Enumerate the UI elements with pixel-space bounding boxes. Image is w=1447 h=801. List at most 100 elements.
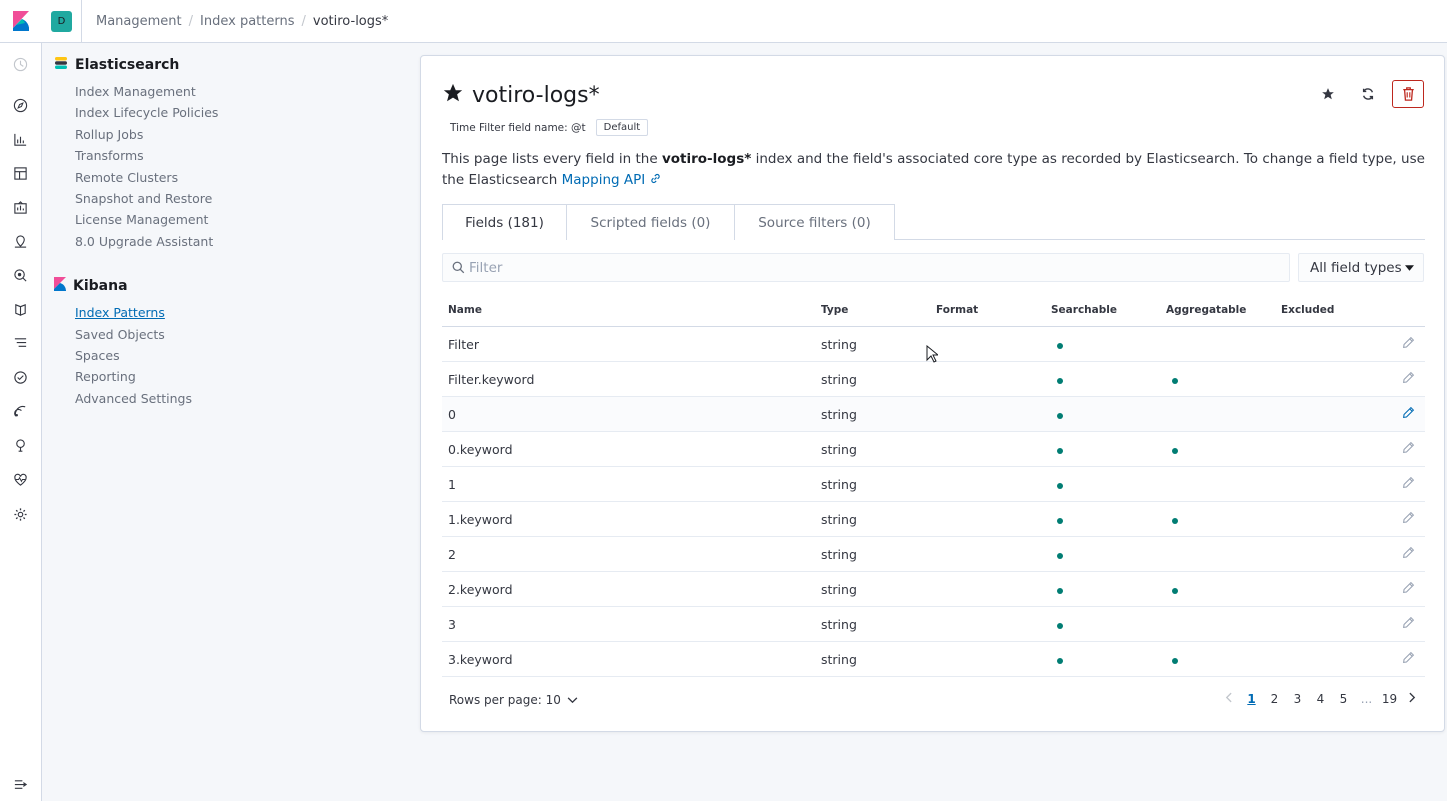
discover-compass-icon[interactable] xyxy=(11,96,29,114)
field-type-cell: string xyxy=(821,406,857,422)
sidebar-item-reporting[interactable]: Reporting xyxy=(75,366,404,387)
edit-field-button[interactable] xyxy=(1402,441,1415,457)
aggregatable-cell xyxy=(1160,442,1275,457)
canvas-icon[interactable] xyxy=(11,198,29,216)
page-3-button[interactable]: 3 xyxy=(1286,692,1309,706)
tab-source-filters[interactable]: Source filters (0) xyxy=(734,204,895,240)
page-5-button[interactable]: 5 xyxy=(1332,692,1355,706)
pencil-icon xyxy=(1403,441,1415,453)
breadcrumb-index-patterns[interactable]: Index patterns xyxy=(200,14,294,29)
logs-icon[interactable] xyxy=(11,334,29,352)
description-text: This page lists every field in the xyxy=(442,151,662,167)
column-header-excluded[interactable]: Excluded xyxy=(1275,304,1390,316)
breadcrumb-separator: / xyxy=(188,14,194,29)
searchable-dot-icon xyxy=(1057,552,1063,559)
field-tabs: Fields (181) Scripted fields (0) Source … xyxy=(442,204,1425,240)
edit-field-button[interactable] xyxy=(1402,616,1415,632)
sidebar-item-index-lifecycle-policies[interactable]: Index Lifecycle Policies xyxy=(75,102,404,123)
dev-tools-icon[interactable] xyxy=(11,436,29,454)
field-name-cell: 1.keyword xyxy=(448,511,513,527)
edit-cell xyxy=(1390,406,1425,422)
sidebar-item-spaces[interactable]: Spaces xyxy=(75,345,404,366)
pencil-icon xyxy=(1403,616,1415,628)
sidebar-item-index-management[interactable]: Index Management xyxy=(75,81,404,102)
page-19-button[interactable]: 19 xyxy=(1378,692,1401,706)
pagination-ellipsis: ... xyxy=(1360,692,1373,706)
elasticsearch-menu: Index Management Index Lifecycle Policie… xyxy=(75,81,404,252)
aggregatable-dot-icon xyxy=(1172,377,1178,384)
management-gear-icon[interactable] xyxy=(11,505,29,523)
column-header-aggregatable[interactable]: Aggregatable xyxy=(1160,304,1275,316)
edit-cell xyxy=(1390,476,1425,492)
edit-field-button[interactable] xyxy=(1402,406,1415,422)
field-type-select[interactable]: All field types xyxy=(1298,253,1424,282)
table-header: Name Type Format Searchable Aggregatable… xyxy=(442,293,1425,327)
sidebar-item-remote-clusters[interactable]: Remote Clusters xyxy=(75,167,404,188)
monitoring-heart-icon[interactable] xyxy=(11,470,29,488)
sidebar-item-license-management[interactable]: License Management xyxy=(75,209,404,230)
pencil-icon xyxy=(1403,651,1415,663)
next-page-button[interactable] xyxy=(1401,692,1424,706)
page-4-button[interactable]: 4 xyxy=(1309,692,1332,706)
recent-clock-icon[interactable] xyxy=(11,55,29,73)
breadcrumb-management[interactable]: Management xyxy=(96,14,182,29)
tab-fields[interactable]: Fields (181) xyxy=(442,204,567,240)
column-header-format[interactable]: Format xyxy=(930,304,1045,316)
aggregatable-cell xyxy=(1160,652,1275,667)
page-1-button[interactable]: 1 xyxy=(1240,692,1263,706)
searchable-dot-icon xyxy=(1057,342,1063,349)
edit-field-button[interactable] xyxy=(1402,546,1415,562)
field-name-cell: 3.keyword xyxy=(448,651,513,667)
column-header-name[interactable]: Name xyxy=(442,304,815,316)
edit-cell xyxy=(1390,336,1425,352)
sidebar-section-kibana: Kibana xyxy=(54,276,404,296)
machine-learning-icon[interactable] xyxy=(11,266,29,284)
visualize-chart-icon[interactable] xyxy=(11,130,29,148)
aggregatable-dot-icon xyxy=(1172,587,1178,594)
sidebar-item-advanced-settings[interactable]: Advanced Settings xyxy=(75,388,404,409)
pencil-icon xyxy=(1403,546,1415,558)
mapping-api-link[interactable]: Mapping API xyxy=(562,172,661,188)
sidebar-section-title: Kibana xyxy=(73,278,128,295)
field-type-cell: string xyxy=(821,546,857,562)
page-actions xyxy=(1312,80,1424,108)
uptime-icon[interactable] xyxy=(11,402,29,420)
filter-input[interactable] xyxy=(469,259,1249,276)
edit-field-button[interactable] xyxy=(1402,476,1415,492)
sidebar-item-rollup-jobs[interactable]: Rollup Jobs xyxy=(75,124,404,145)
searchable-cell xyxy=(1045,652,1160,667)
searchable-dot-icon xyxy=(1057,622,1063,629)
rows-per-page-button[interactable]: Rows per page: 10 xyxy=(449,693,578,707)
column-header-type[interactable]: Type xyxy=(815,304,930,316)
space-avatar[interactable]: D xyxy=(51,10,72,32)
previous-page-button[interactable] xyxy=(1217,692,1240,706)
column-header-searchable[interactable]: Searchable xyxy=(1045,304,1160,316)
kibana-logo-icon[interactable] xyxy=(0,0,42,43)
field-type-select-value: All field types xyxy=(1310,259,1402,276)
dashboard-icon[interactable] xyxy=(11,164,29,182)
sidebar-item-upgrade-assistant[interactable]: 8.0 Upgrade Assistant xyxy=(75,231,404,252)
edit-field-button[interactable] xyxy=(1402,511,1415,527)
edit-field-button[interactable] xyxy=(1402,336,1415,352)
delete-index-pattern-button[interactable] xyxy=(1392,80,1424,108)
sidebar-item-saved-objects[interactable]: Saved Objects xyxy=(75,324,404,345)
edit-field-button[interactable] xyxy=(1402,371,1415,387)
breadcrumb-separator: / xyxy=(301,14,306,29)
page-description: This page lists every field in the votir… xyxy=(442,149,1427,191)
sidebar-item-transforms[interactable]: Transforms xyxy=(75,145,404,166)
tab-scripted-fields[interactable]: Scripted fields (0) xyxy=(566,204,735,240)
pencil-icon xyxy=(1403,406,1415,418)
searchable-dot-icon xyxy=(1057,587,1063,594)
infrastructure-icon[interactable] xyxy=(11,300,29,318)
collapse-menu-icon[interactable] xyxy=(11,775,29,793)
maps-icon[interactable] xyxy=(11,232,29,250)
page-2-button[interactable]: 2 xyxy=(1263,692,1286,706)
edit-field-button[interactable] xyxy=(1402,581,1415,597)
edit-field-button[interactable] xyxy=(1402,651,1415,667)
time-filter-label: Time Filter field name: @t xyxy=(450,121,586,134)
refresh-fields-button[interactable] xyxy=(1352,80,1384,108)
sidebar-item-snapshot-and-restore[interactable]: Snapshot and Restore xyxy=(75,188,404,209)
apm-icon[interactable] xyxy=(11,368,29,386)
sidebar-item-index-patterns[interactable]: Index Patterns xyxy=(75,302,404,323)
set-default-button[interactable] xyxy=(1312,80,1344,108)
